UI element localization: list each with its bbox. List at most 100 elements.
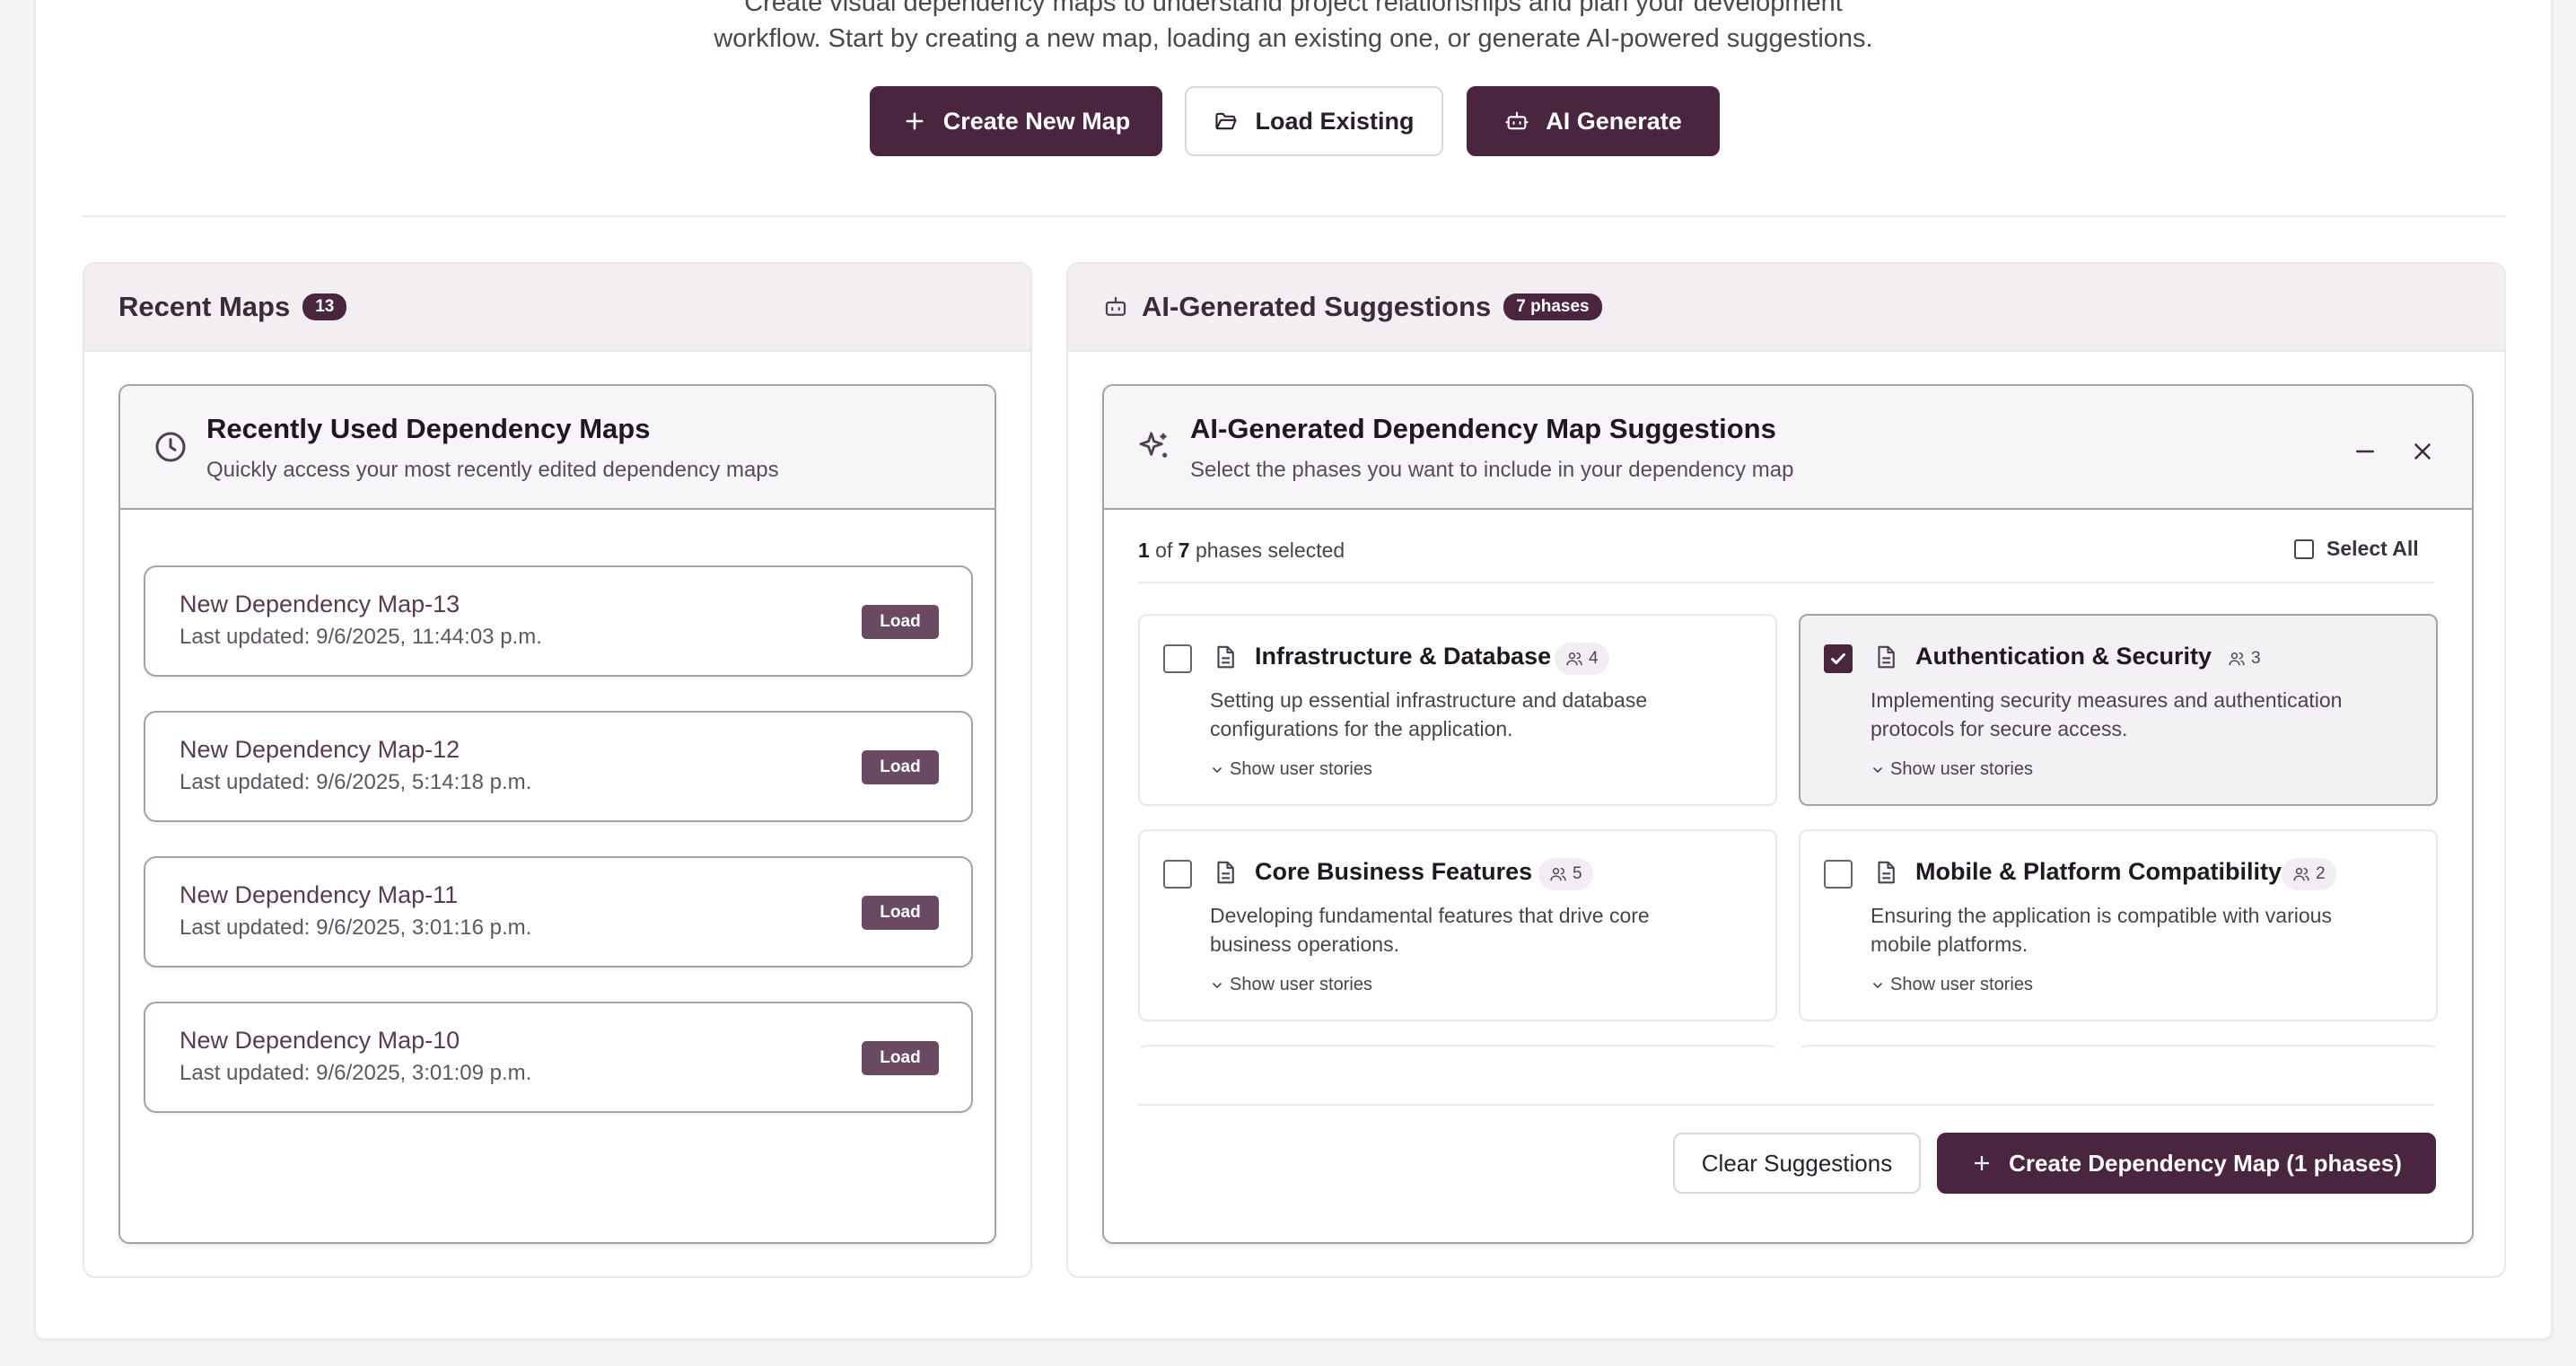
users-icon (2293, 868, 2309, 881)
map-updated: Last updated: 9/6/2025, 3:01:16 p.m. (180, 915, 532, 940)
phases-grid[interactable]: Infrastructure & Database 4 Setting up e… (1104, 583, 2472, 1072)
create-dependency-map-button[interactable]: Create Dependency Map (1 phases) (1937, 1133, 2436, 1194)
create-new-map-label: Create New Map (942, 107, 1131, 135)
ai-suggestion-card-header: AI-Generated Dependency Map Suggestions … (1104, 386, 2472, 510)
list-item[interactable]: New Dependency Map-13 Last updated: 9/6/… (144, 565, 973, 677)
selection-summary: 1 of 7 phases selected (1138, 539, 1345, 563)
phase-title: Infrastructure & Database (1255, 643, 1552, 670)
ai-suggestions-panel: AI-Generated Suggestions 7 phases AI-Gen… (1066, 262, 2506, 1278)
map-list-scroll[interactable]: New Dependency Map-13 Last updated: 9/6/… (120, 510, 994, 1120)
recently-used-card: Recently Used Dependency Maps Quickly ac… (118, 384, 996, 1244)
show-user-stories-label: Show user stories (1230, 759, 1372, 779)
phase-card[interactable]: Authentication & Security 3 Implementing… (1799, 614, 2438, 806)
chevron-down-icon (1873, 982, 1882, 988)
phase-card-partial (1799, 1045, 2438, 1072)
show-user-stories-label: Show user stories (1230, 975, 1372, 994)
ai-generate-label: AI Generate (1546, 107, 1682, 135)
show-user-stories-toggle[interactable]: Show user stories (1871, 975, 2033, 995)
create-new-map-button[interactable]: Create New Map (870, 86, 1162, 156)
ai-suggestion-card: AI-Generated Dependency Map Suggestions … (1102, 384, 2474, 1244)
map-name: New Dependency Map-11 (180, 881, 459, 908)
show-user-stories-toggle[interactable]: Show user stories (1210, 759, 1372, 780)
select-all-button[interactable]: Select All (2294, 537, 2419, 561)
load-map-button[interactable]: Load (862, 896, 939, 930)
phase-title: Mobile & Platform Compatibility (1915, 858, 2282, 885)
load-map-button[interactable]: Load (862, 750, 939, 784)
story-count: 3 (2251, 649, 2261, 668)
close-icon[interactable] (2409, 438, 2436, 465)
phase-checkbox[interactable] (1824, 644, 1853, 673)
load-map-button[interactable]: Load (862, 1041, 939, 1075)
phase-checkbox[interactable] (1163, 860, 1192, 889)
map-updated: Last updated: 9/6/2025, 11:44:03 p.m. (180, 625, 542, 649)
footer-divider (1138, 1104, 2434, 1106)
phase-description: Setting up essential infrastructure and … (1210, 688, 1648, 740)
phase-card[interactable]: Core Business Features 5 Developing fund… (1138, 829, 1777, 1021)
recently-used-title: Recently Used Dependency Maps (206, 413, 651, 444)
show-user-stories-toggle[interactable]: Show user stories (1871, 759, 2033, 780)
users-icon (2229, 652, 2245, 666)
intro-line-2: workflow. Start by creating a new map, l… (714, 24, 1873, 53)
document-icon (1217, 861, 1234, 884)
phase-description: Developing fundamental features that dri… (1210, 904, 1650, 956)
load-existing-label: Load Existing (1255, 107, 1415, 135)
phase-checkbox[interactable] (1163, 644, 1192, 673)
selected-suffix: phases selected (1189, 539, 1345, 562)
of-text: of (1149, 539, 1178, 562)
list-item[interactable]: New Dependency Map-12 Last updated: 9/6/… (144, 711, 973, 822)
story-count-badge: 3 (2217, 643, 2272, 675)
show-user-stories-toggle[interactable]: Show user stories (1210, 975, 1372, 995)
recent-maps-title: Recent Maps (118, 291, 291, 322)
story-count: 2 (2316, 864, 2326, 883)
phase-description: Implementing security measures and authe… (1871, 688, 2343, 740)
select-all-label: Select All (2326, 537, 2419, 560)
select-all-checkbox[interactable] (2294, 539, 2314, 559)
list-item[interactable]: New Dependency Map-11 Last updated: 9/6/… (144, 856, 973, 968)
check-icon (1831, 652, 1845, 665)
map-name: New Dependency Map-12 (180, 736, 460, 763)
load-map-button[interactable]: Load (862, 605, 939, 639)
phase-card[interactable]: Infrastructure & Database 4 Setting up e… (1138, 614, 1777, 806)
show-user-stories-label: Show user stories (1890, 759, 2033, 779)
story-count: 4 (1589, 649, 1599, 668)
show-user-stories-label: Show user stories (1890, 975, 2033, 994)
plus-icon (906, 112, 924, 130)
chevron-down-icon (1873, 766, 1882, 773)
recent-maps-count-badge: 13 (302, 293, 347, 320)
story-count: 5 (1573, 864, 1582, 883)
list-item[interactable]: New Dependency Map-10 Last updated: 9/6/… (144, 1002, 973, 1113)
ai-suggestion-card-subtitle: Select the phases you want to include in… (1190, 458, 1794, 482)
map-updated: Last updated: 9/6/2025, 3:01:09 p.m. (180, 1061, 532, 1085)
phase-card[interactable]: Mobile & Platform Compatibility 2 Ensuri… (1799, 829, 2438, 1021)
ai-suggestions-header: AI-Generated Suggestions 7 phases (1068, 264, 2504, 352)
phase-checkbox[interactable] (1824, 860, 1853, 889)
recent-maps-header: Recent Maps 13 (84, 264, 1030, 352)
chevron-down-icon (1213, 982, 1222, 988)
plus-icon (1974, 1155, 1990, 1171)
folder-open-icon (1215, 112, 1238, 130)
ai-suggestion-card-title: AI-Generated Dependency Map Suggestions (1190, 413, 1776, 444)
users-icon (1566, 652, 1582, 666)
clear-suggestions-button[interactable]: Clear Suggestions (1673, 1133, 1921, 1194)
minimize-icon[interactable] (2352, 438, 2379, 465)
ai-suggestions-title: AI-Generated Suggestions (1142, 291, 1492, 322)
document-icon (1878, 645, 1895, 669)
story-count-badge: 4 (1555, 643, 1609, 675)
story-count-badge: 5 (1538, 858, 1593, 890)
phases-badge: 7 phases (1503, 293, 1602, 320)
map-list: New Dependency Map-13 Last updated: 9/6/… (120, 510, 994, 1242)
phase-title: Authentication & Security (1915, 643, 2212, 670)
phase-description: Ensuring the application is compatible w… (1871, 904, 2332, 956)
divider (83, 215, 2506, 217)
map-name: New Dependency Map-13 (180, 591, 460, 617)
document-icon (1217, 645, 1234, 669)
map-updated: Last updated: 9/6/2025, 5:14:18 p.m. (180, 770, 532, 794)
map-name: New Dependency Map-10 (180, 1027, 460, 1054)
ai-generate-button[interactable]: AI Generate (1467, 86, 1720, 156)
chevron-down-icon (1213, 766, 1222, 773)
main-card: Create visual dependency maps to underst… (34, 0, 2553, 1340)
users-icon (1550, 868, 1566, 881)
load-existing-button[interactable]: Load Existing (1185, 86, 1443, 156)
phase-card-partial (1138, 1045, 1777, 1072)
clear-suggestions-label: Clear Suggestions (1701, 1149, 1893, 1177)
